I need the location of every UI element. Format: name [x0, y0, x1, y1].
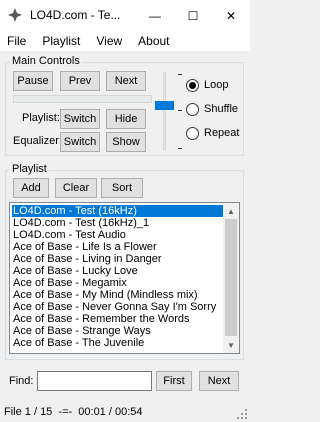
close-icon: ✕ — [225, 8, 237, 23]
status-bar: File 1 / 15 -=- 00:01 / 00:54 — [0, 402, 250, 422]
scroll-thumb[interactable] — [225, 219, 237, 336]
hide-button[interactable]: Hide — [106, 109, 146, 129]
playlist-scrollbar[interactable]: ▲ ▼ — [223, 203, 239, 353]
sort-button[interactable]: Sort — [101, 178, 143, 198]
main-controls-label: Main Controls — [10, 55, 82, 67]
close-button[interactable]: ✕ — [212, 0, 250, 31]
menu-view[interactable]: View — [88, 34, 130, 48]
list-item[interactable]: Ace of Base - The Juvenile — [12, 337, 223, 349]
scroll-down-icon[interactable]: ▼ — [223, 337, 239, 353]
list-item[interactable]: Ace of Base - Megamix — [12, 277, 223, 289]
playlist-label: Playlist: — [22, 112, 60, 124]
find-label: Find: — [9, 375, 34, 387]
loop-label: Loop — [204, 79, 229, 91]
volume-slider-thumb[interactable] — [155, 101, 174, 110]
find-next-button[interactable]: Next — [199, 371, 239, 391]
equalizer-switch-button[interactable]: Switch — [60, 132, 100, 152]
list-item[interactable]: LO4D.com - Test (16kHz) — [11, 204, 224, 218]
list-item[interactable]: LO4D.com - Test (16kHz)_1 — [12, 217, 223, 229]
list-item[interactable]: Ace of Base - Lucky Love — [12, 265, 223, 277]
playlist-listbox[interactable]: LO4D.com - Test (16kHz) LO4D.com - Test (… — [9, 202, 240, 354]
menu-playlist[interactable]: Playlist — [34, 34, 88, 48]
scroll-up-icon[interactable]: ▲ — [223, 203, 239, 219]
volume-tick — [178, 110, 182, 111]
menu-bar: File Playlist View About — [0, 31, 250, 51]
add-button[interactable]: Add — [13, 178, 49, 198]
pause-button[interactable]: Pause — [13, 71, 53, 91]
playlist-switch-button[interactable]: Switch — [60, 109, 100, 129]
minimize-button[interactable]: — — [136, 0, 174, 31]
playlist-group-label: Playlist — [10, 163, 49, 175]
repeat-label: Repeat — [204, 127, 240, 139]
show-button[interactable]: Show — [106, 132, 146, 152]
volume-tick — [178, 148, 182, 149]
resize-grip-icon[interactable] — [237, 409, 248, 420]
list-item[interactable]: Ace of Base - Remember the Words — [12, 313, 223, 325]
menu-file[interactable]: File — [0, 34, 34, 48]
status-text: File 1 / 15 -=- 00:01 / 00:54 — [4, 406, 143, 418]
maximize-icon: ☐ — [187, 8, 199, 23]
list-item[interactable]: Ace of Base - Never Gonna Say I'm Sorry — [12, 301, 223, 313]
repeat-radio[interactable] — [186, 127, 199, 140]
menu-about[interactable]: About — [130, 34, 177, 48]
loop-radio[interactable] — [186, 79, 199, 92]
prev-button[interactable]: Prev — [60, 71, 100, 91]
list-item[interactable]: Ace of Base - Life Is a Flower — [12, 241, 223, 253]
find-input[interactable] — [37, 371, 152, 391]
next-button[interactable]: Next — [106, 71, 146, 91]
list-item[interactable]: Ace of Base - Living in Danger — [12, 253, 223, 265]
list-item[interactable]: Ace of Base - My Mind (Mindless mix) — [12, 289, 223, 301]
equalizer-label: Equalizer: — [13, 135, 62, 147]
seek-slider[interactable] — [13, 95, 152, 103]
minimize-icon: — — [149, 8, 161, 23]
shuffle-label: Shuffle — [204, 103, 239, 115]
list-item[interactable]: Ace of Base - Strange Ways — [12, 325, 223, 337]
window-title: LO4D.com - Te... — [30, 8, 121, 22]
maximize-button[interactable]: ☐ — [174, 0, 212, 31]
shuffle-radio[interactable] — [186, 103, 199, 116]
volume-slider[interactable] — [163, 72, 166, 150]
list-item[interactable]: LO4D.com - Test Audio — [12, 229, 223, 241]
clear-button[interactable]: Clear — [55, 178, 97, 198]
app-logo-icon — [8, 8, 22, 22]
title-bar: LO4D.com - Te... — ☐ ✕ — [0, 0, 250, 31]
find-first-button[interactable]: First — [156, 371, 192, 391]
volume-tick — [178, 74, 182, 75]
